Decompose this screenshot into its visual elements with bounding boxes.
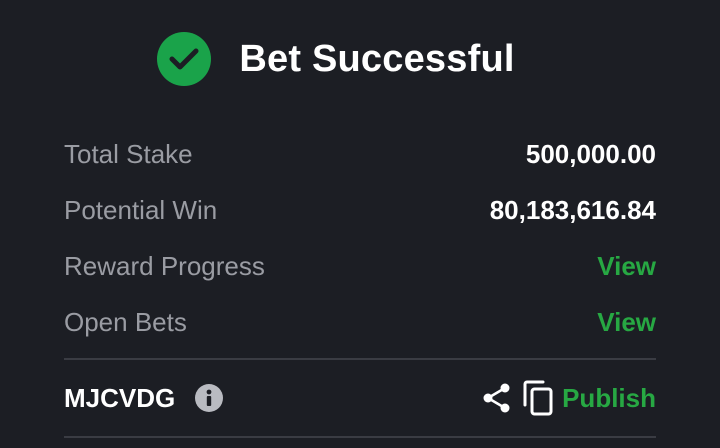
potential-win-label: Potential Win: [64, 194, 218, 225]
booking-actions: Publish: [482, 380, 656, 416]
info-icon[interactable]: [195, 384, 224, 412]
divider: [64, 358, 656, 360]
open-bets-label: Open Bets: [64, 306, 187, 337]
share-icon[interactable]: [482, 382, 512, 414]
booking-code-bar: MJCVDG Publish: [64, 372, 656, 424]
page-title: Bet Successful: [239, 37, 515, 80]
total-stake-value: 500,000.00: [525, 138, 656, 169]
open-bets-view-link[interactable]: View: [597, 307, 656, 338]
check-circle-icon: [157, 32, 212, 86]
booking-code: MJCVDG: [64, 382, 176, 413]
potential-win-value: 80,183,616.84: [489, 194, 656, 225]
publish-button[interactable]: Publish: [562, 383, 656, 414]
booking-code-group: MJCVDG: [64, 382, 224, 414]
reward-progress-view-link[interactable]: View: [597, 251, 656, 282]
reward-progress-label: Reward Progress: [64, 250, 265, 281]
reward-progress-row: Reward Progress View: [64, 238, 656, 294]
total-stake-row: Total Stake 500,000.00: [64, 126, 656, 182]
bet-success-header: Bet Successful: [0, 30, 720, 88]
open-bets-row: Open Bets View: [64, 294, 656, 350]
copy-icon[interactable]: [522, 380, 554, 416]
bottom-divider: [64, 436, 656, 438]
total-stake-label: Total Stake: [64, 138, 193, 169]
bet-summary: Total Stake 500,000.00 Potential Win 80,…: [64, 126, 656, 350]
potential-win-row: Potential Win 80,183,616.84: [64, 182, 656, 238]
